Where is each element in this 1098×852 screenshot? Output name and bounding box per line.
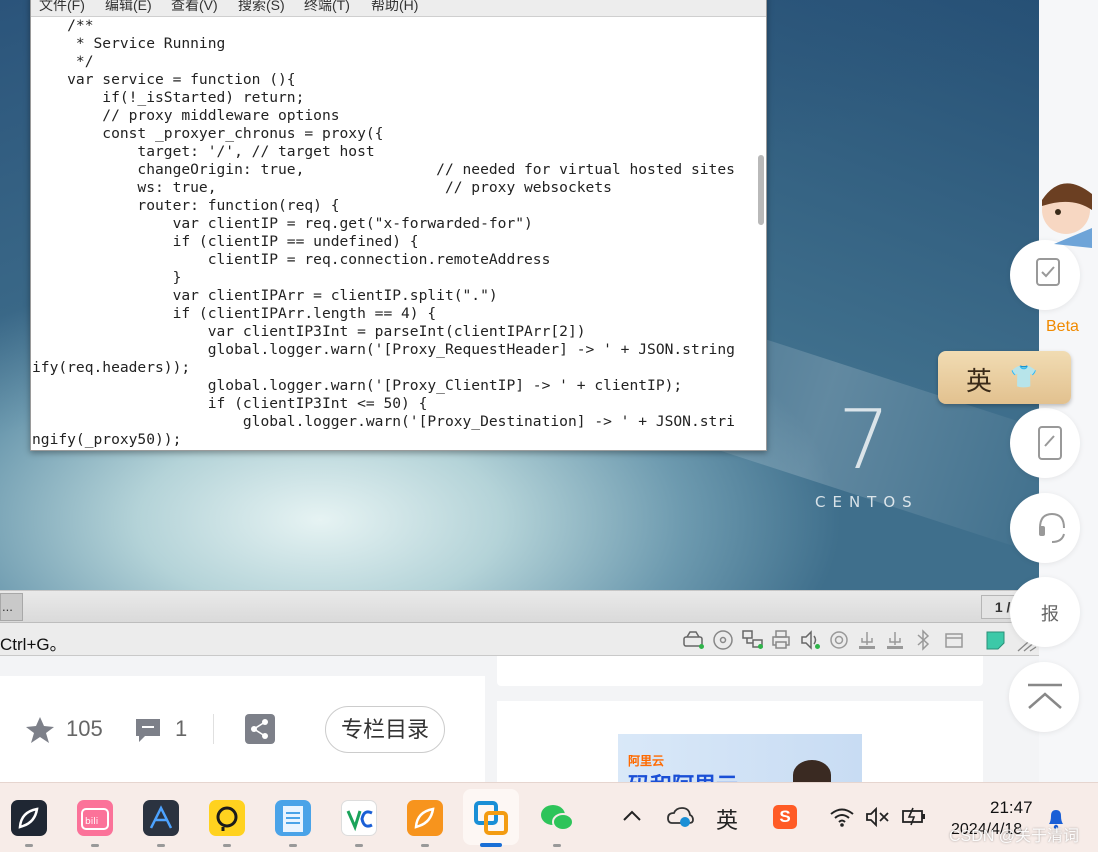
app-wechat-icon[interactable]: [539, 800, 575, 836]
clock-time[interactable]: 21:47: [990, 798, 1033, 818]
related-card-top: [497, 656, 983, 686]
app-running-dot: [157, 844, 165, 847]
app-bilibili-icon[interactable]: bili: [77, 800, 113, 836]
vmware-tab-strip: ... 1 / 4: [0, 590, 1039, 623]
menu-search[interactable]: 搜索(S): [238, 0, 285, 15]
app-notepad-icon[interactable]: [275, 800, 311, 836]
ad-portrait: [793, 760, 831, 782]
disk-activity-dot: [699, 644, 704, 649]
menu-file[interactable]: 文件(F): [39, 0, 85, 15]
app-running-dot: [223, 844, 231, 847]
pad-edit-icon: [1038, 426, 1062, 460]
camera-icon[interactable]: [828, 629, 850, 651]
battery-charging-icon[interactable]: [900, 805, 928, 827]
tray-ime-label[interactable]: 英: [716, 803, 738, 835]
app-vmware-icon[interactable]: [473, 800, 509, 836]
cd-dvd-icon[interactable]: [712, 629, 734, 651]
collect-count: 105: [66, 716, 103, 741]
app-vm-connect-icon[interactable]: [341, 800, 377, 836]
message-log-icon[interactable]: [984, 629, 1008, 651]
app-running-dot: [25, 844, 33, 847]
menu-view[interactable]: 查看(V): [171, 0, 218, 15]
centos-version-number: 7: [838, 393, 891, 488]
app-tencent-meeting-icon[interactable]: [209, 800, 245, 836]
app-running-dot: [355, 844, 363, 847]
taskbar: bili 英 S 21:47 2024/4/18: [0, 782, 1098, 852]
comment-count: 1: [175, 716, 188, 741]
app-running-dot: [91, 844, 99, 847]
centos-logo-word: CENTOS: [815, 493, 919, 511]
share-icon[interactable]: [245, 714, 275, 744]
tray-overflow-chevron-icon[interactable]: [622, 809, 642, 823]
app-running-dot: [289, 844, 297, 847]
app-running-dot: [553, 844, 561, 847]
ad-headline: 码和阿里云: [628, 768, 738, 782]
network-activity-dot: [758, 644, 763, 649]
usb-device-2-icon[interactable]: [884, 629, 906, 651]
menu-help[interactable]: 帮助(H): [371, 0, 418, 15]
ad-brand: 阿里云: [628, 754, 665, 768]
todo-icon: [1036, 258, 1060, 286]
volume-muted-icon[interactable]: [865, 807, 891, 827]
vmware-status-bar: Ctrl+G。: [0, 623, 1039, 656]
menu-edit[interactable]: 编辑(E): [105, 0, 152, 15]
vm-tab[interactable]: ...: [0, 593, 23, 621]
onedrive-sync-icon[interactable]: [666, 805, 694, 829]
app-typora-icon[interactable]: [143, 800, 179, 836]
sogou-ime-icon[interactable]: S: [773, 805, 797, 829]
headset-icon: [1039, 512, 1065, 543]
input-grab-hint: Ctrl+G。: [0, 635, 67, 654]
terminal-menu-bar: 文件(F) 编辑(E) 查看(V) 搜索(S) 终端(T) 帮助(H): [31, 0, 766, 17]
svg-text:bili: bili: [85, 817, 98, 827]
column-catalog-button[interactable]: 专栏目录: [325, 706, 445, 753]
star-collect-icon[interactable]: [24, 714, 56, 746]
menu-terminal[interactable]: 终端(T): [304, 0, 350, 15]
beta-badge: Beta: [1046, 318, 1079, 335]
screen: 7 CENTOS 文件(F) 编辑(E) 查看(V) 搜索(S) 终端(T) 帮…: [0, 0, 1098, 852]
active-app-indicator: [480, 843, 502, 847]
printer-icon[interactable]: [770, 629, 792, 651]
code-text: /** * Service Running */ var service = f…: [32, 17, 735, 448]
ime-skin-icon[interactable]: 👕: [1010, 364, 1037, 390]
ime-status-widget[interactable]: 英 👕: [938, 351, 1071, 404]
toolbar-divider: [213, 714, 214, 744]
app-running-dot: [421, 844, 429, 847]
terminal-window[interactable]: 文件(F) 编辑(E) 查看(V) 搜索(S) 终端(T) 帮助(H) /** …: [30, 0, 767, 451]
terminal-scrollbar-thumb[interactable]: [758, 155, 764, 225]
report-label: 报: [1041, 604, 1059, 624]
usb-device-icon[interactable]: [856, 629, 878, 651]
wifi-icon[interactable]: [829, 807, 855, 827]
terminal-content[interactable]: /** * Service Running */ var service = f…: [32, 17, 756, 449]
vm-desktop[interactable]: 7 CENTOS 文件(F) 编辑(E) 查看(V) 搜索(S) 终端(T) 帮…: [0, 0, 1039, 590]
bluetooth-icon[interactable]: [914, 629, 932, 651]
shared-folder-icon[interactable]: [943, 629, 965, 651]
ad-banner[interactable]: 阿里云 码和阿里云: [618, 734, 862, 782]
ime-language-label: 英: [966, 366, 993, 396]
app-sublime-icon[interactable]: [407, 800, 443, 836]
app-feishu-icon[interactable]: [11, 800, 47, 836]
mascot-icon: [1042, 183, 1092, 248]
back-to-top-icon: [1028, 683, 1062, 709]
comment-icon[interactable]: [133, 715, 163, 745]
sound-activity-dot: [815, 644, 820, 649]
csdn-watermark: CSDN @关于清词: [949, 828, 1080, 845]
